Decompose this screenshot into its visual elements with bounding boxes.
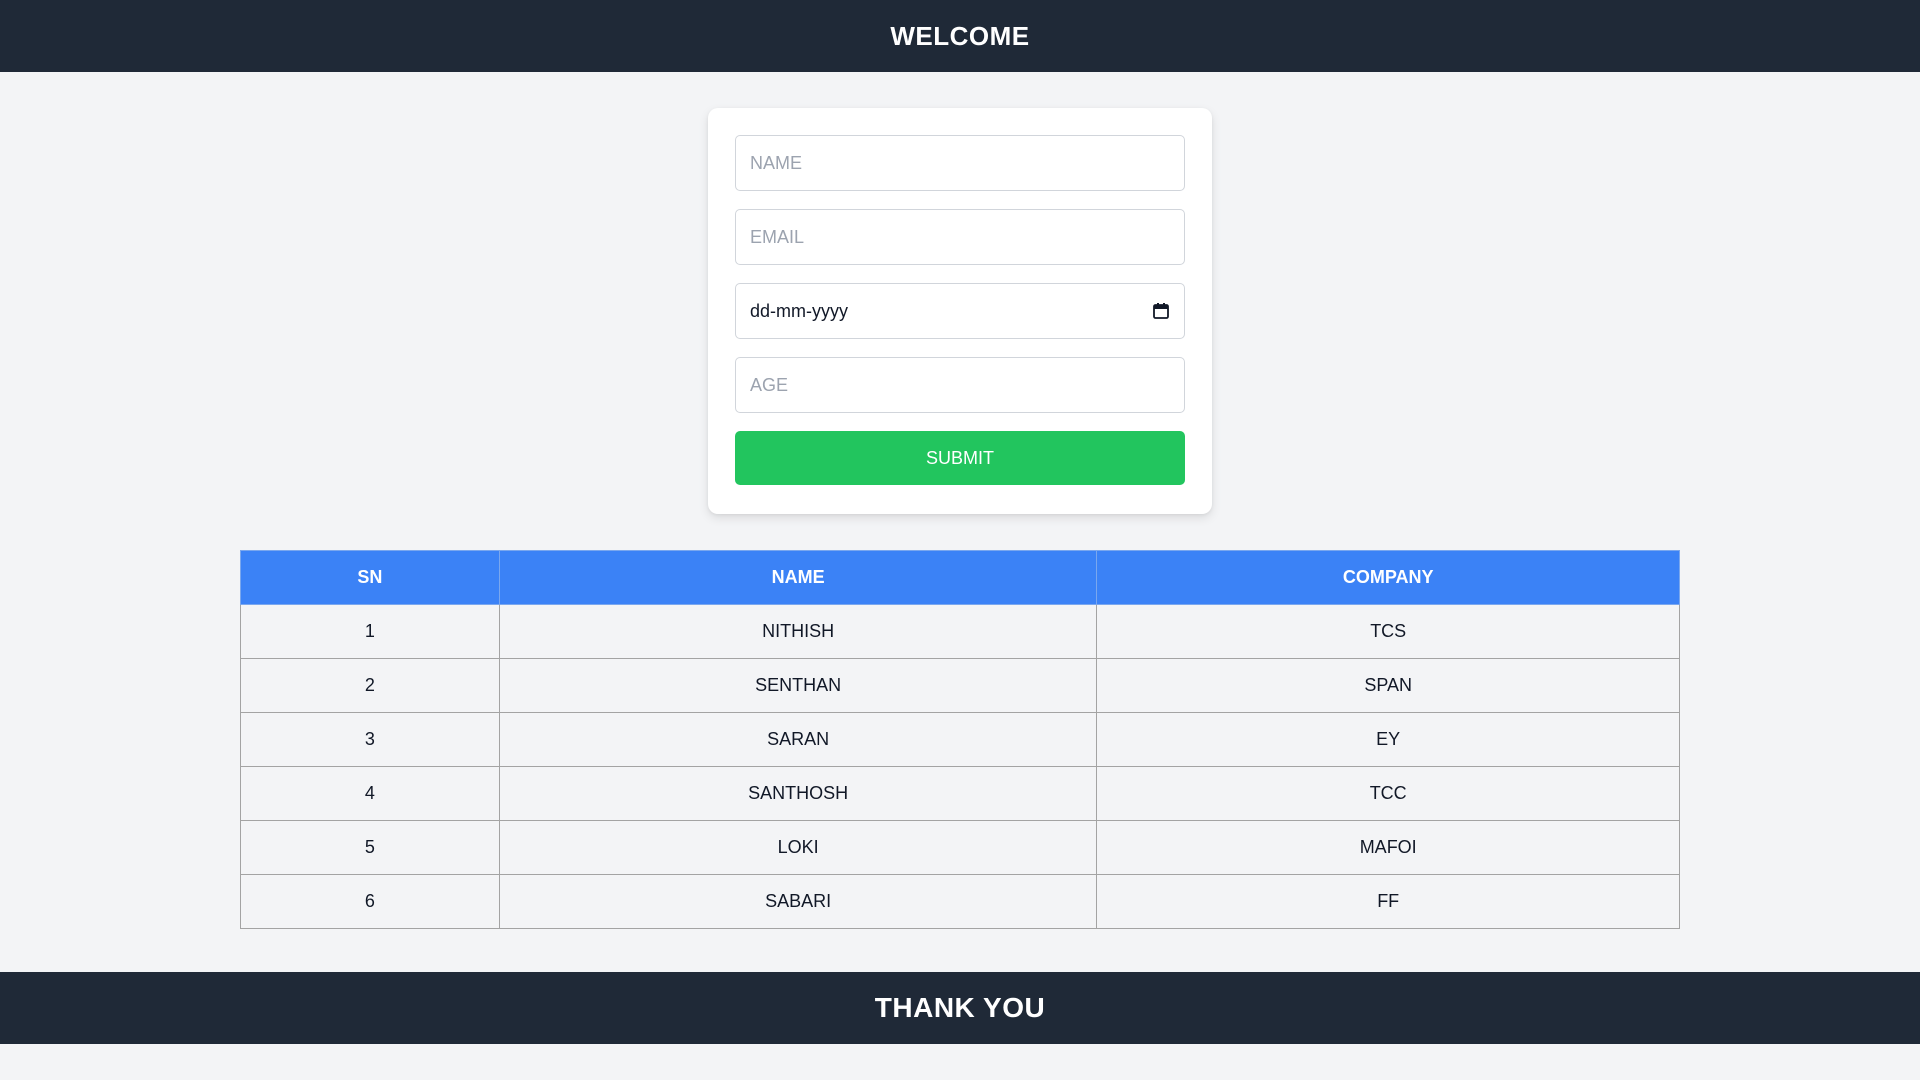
column-header-name: NAME [498, 550, 1098, 605]
table-row: 4 SANTHOSH TCC [240, 766, 1680, 821]
cell-name: SABARI [498, 874, 1098, 929]
table-row: 3 SARAN EY [240, 712, 1680, 767]
employee-table: SN NAME COMPANY 1 NITHISH TCS 2 SENTHAN … [240, 550, 1680, 929]
cell-sn: 6 [240, 874, 500, 929]
calendar-icon[interactable] [1152, 302, 1170, 320]
cell-name: SANTHOSH [498, 766, 1098, 821]
submit-button[interactable]: SUBMIT [735, 431, 1185, 485]
cell-name: SENTHAN [498, 658, 1098, 713]
page-title: WELCOME [890, 20, 1030, 51]
table-row: 2 SENTHAN SPAN [240, 658, 1680, 713]
cell-name: LOKI [498, 820, 1098, 875]
cell-company: TCS [1096, 604, 1680, 659]
cell-company: SPAN [1096, 658, 1680, 713]
email-input[interactable] [735, 209, 1185, 265]
date-placeholder: dd-mm-yyyy [750, 300, 848, 321]
header-bar: WELCOME [0, 0, 1920, 72]
table-header-row: SN NAME COMPANY [240, 550, 1680, 605]
column-header-company: COMPANY [1096, 550, 1680, 605]
footer-bar: THANK YOU [0, 972, 1920, 1044]
cell-sn: 2 [240, 658, 500, 713]
cell-sn: 5 [240, 820, 500, 875]
age-input[interactable] [735, 357, 1185, 413]
table-row: 1 NITHISH TCS [240, 604, 1680, 659]
cell-company: FF [1096, 874, 1680, 929]
name-input[interactable] [735, 135, 1185, 191]
registration-form-card: dd-mm-yyyy SUBMIT [708, 108, 1212, 514]
table-row: 5 LOKI MAFOI [240, 820, 1680, 875]
footer-title: THANK YOU [874, 992, 1046, 1023]
main-content: dd-mm-yyyy SUBMIT SN NAME COMPANY [0, 72, 1920, 972]
cell-name: SARAN [498, 712, 1098, 767]
cell-name: NITHISH [498, 604, 1098, 659]
cell-sn: 4 [240, 766, 500, 821]
cell-sn: 3 [240, 712, 500, 767]
cell-sn: 1 [240, 604, 500, 659]
employee-table-wrapper: SN NAME COMPANY 1 NITHISH TCS 2 SENTHAN … [240, 550, 1680, 929]
date-input[interactable]: dd-mm-yyyy [735, 283, 1185, 339]
cell-company: MAFOI [1096, 820, 1680, 875]
cell-company: EY [1096, 712, 1680, 767]
table-row: 6 SABARI FF [240, 874, 1680, 929]
cell-company: TCC [1096, 766, 1680, 821]
column-header-sn: SN [240, 550, 500, 605]
